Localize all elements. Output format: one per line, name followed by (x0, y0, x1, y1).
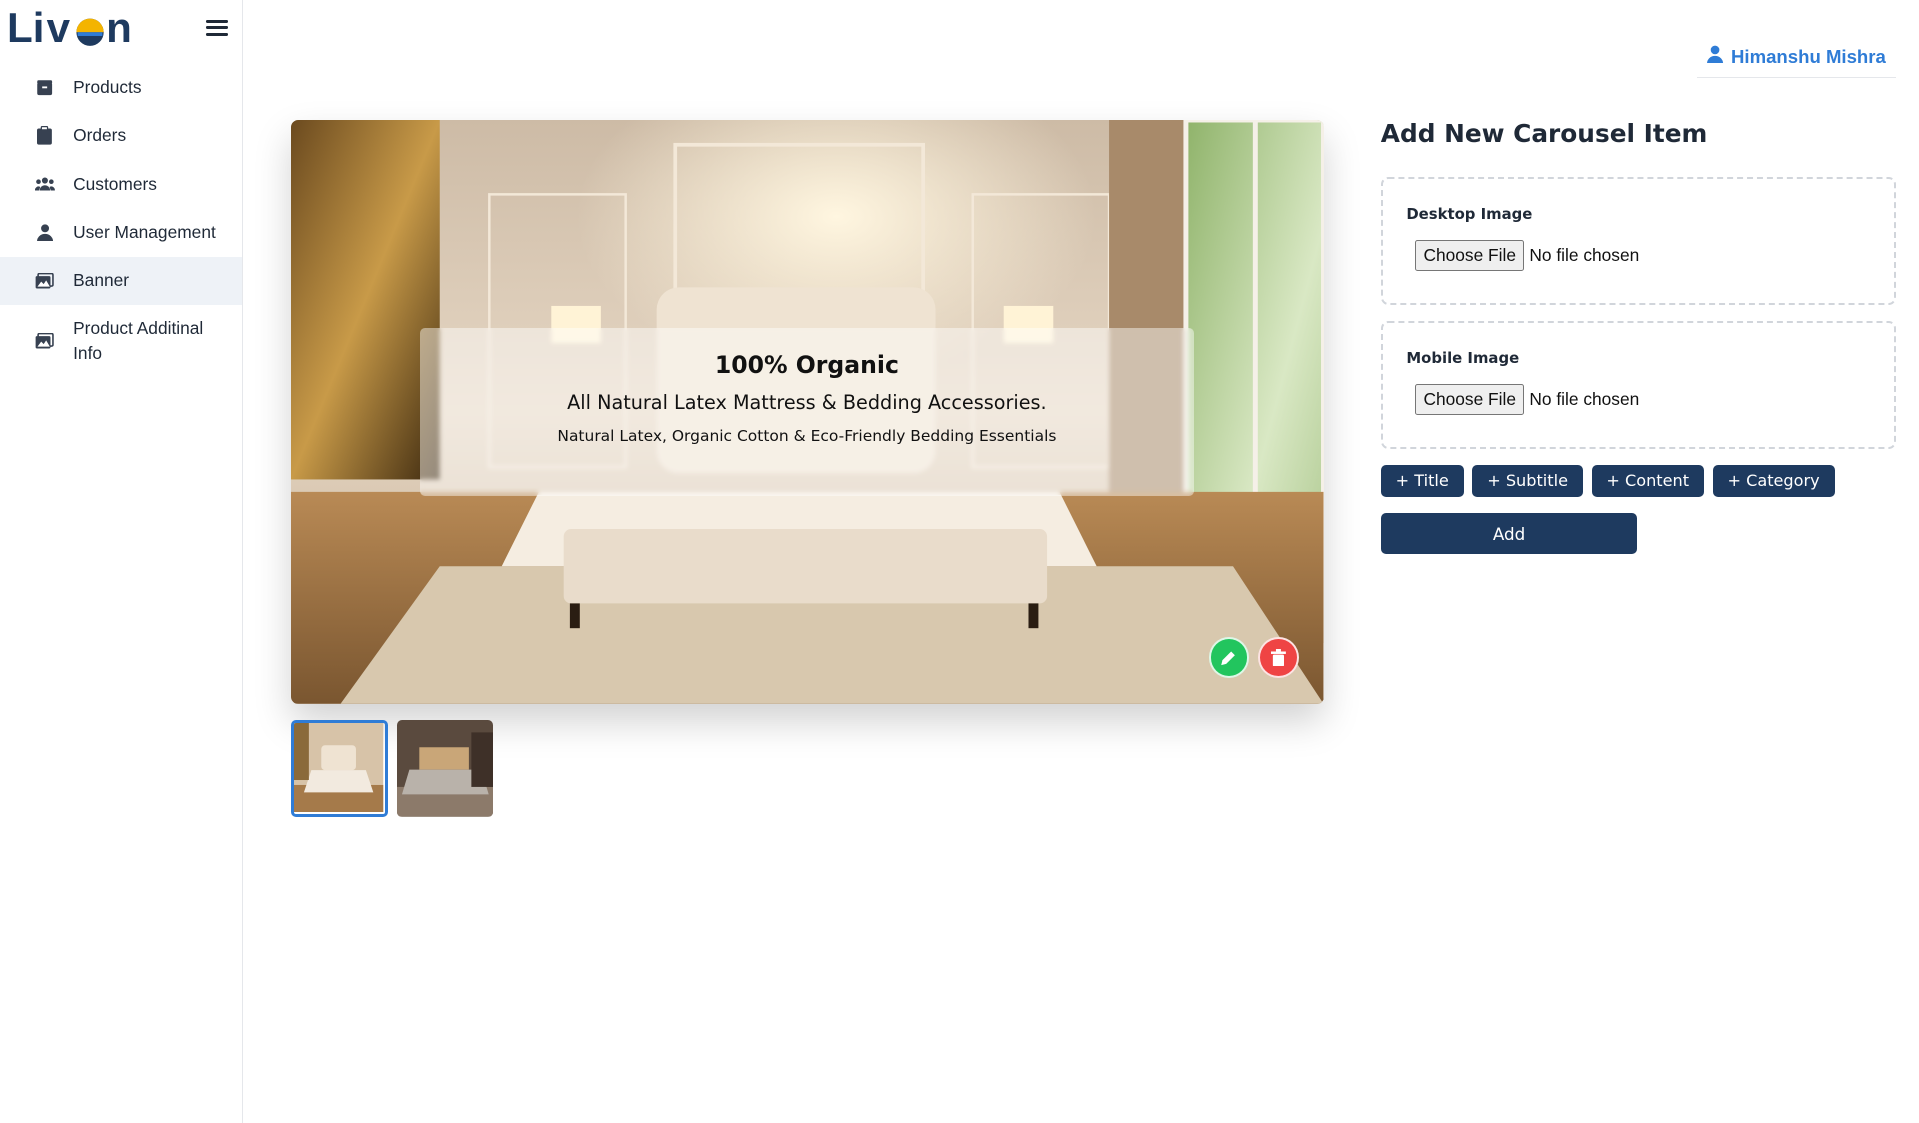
file-status-text: No file chosen (1529, 244, 1640, 265)
user-icon (35, 222, 55, 242)
brand-logo[interactable]: Li v n (7, 5, 163, 50)
banner-title: 100% Organic (714, 350, 899, 379)
pencil-icon (1221, 651, 1236, 665)
clipboard-icon (35, 126, 55, 146)
desktop-file-input[interactable]: Choose File No file chosen (1415, 239, 1640, 271)
sidebar: Li v n Products Orders Customers User Ma… (0, 0, 243, 1123)
sidebar-item-banner[interactable]: Banner (0, 256, 242, 305)
sidebar-item-products[interactable]: Products (0, 63, 242, 111)
desktop-image-label: Desktop Image (1406, 205, 1533, 224)
delete-button[interactable] (1258, 637, 1299, 678)
sidebar-item-label: Product Additinal Info (73, 317, 204, 363)
svg-text:n: n (107, 5, 133, 50)
thumbnail-image (396, 720, 494, 817)
add-subtitle-button[interactable]: + Subtitle (1472, 464, 1583, 498)
livon-logo-icon: Li v n (7, 5, 133, 50)
image-icon (35, 271, 55, 291)
sidebar-item-user-management[interactable]: User Management (0, 208, 242, 256)
sidebar-item-orders[interactable]: Orders (0, 112, 242, 160)
banner-text-overlay: 100% Organic All Natural Latex Mattress … (420, 328, 1194, 496)
edit-button[interactable] (1208, 637, 1250, 678)
desktop-image-dropzone[interactable]: Desktop Image Choose File No file chosen (1380, 177, 1897, 305)
sidebar-item-label: Banner (73, 270, 130, 291)
field-chips: + Title + Subtitle + Content + Category (1380, 464, 1835, 498)
user-menu[interactable]: Himanshu Mishra (1696, 37, 1897, 79)
thumbnail[interactable] (396, 720, 494, 817)
sidebar-item-label: User Management (73, 221, 216, 242)
images-icon (35, 331, 55, 351)
sidebar-item-product-additional-info[interactable]: Product Additinal Info (0, 305, 242, 377)
sidebar-item-label: Products (73, 76, 142, 97)
trash-icon (1271, 648, 1286, 667)
add-title-button[interactable]: + Title (1380, 464, 1464, 498)
user-name: Himanshu Mishra (1730, 46, 1886, 68)
sidebar-item-label: Orders (73, 125, 127, 146)
thumbnail[interactable] (291, 720, 388, 817)
svg-text:v: v (47, 5, 71, 50)
choose-file-button[interactable]: Choose File (1415, 239, 1525, 271)
box-icon (35, 77, 55, 97)
sidebar-item-label: Customers (73, 173, 157, 194)
add-content-button[interactable]: + Content (1591, 464, 1704, 498)
banner-carousel[interactable]: 100% Organic All Natural Latex Mattress … (291, 120, 1324, 705)
sidebar-item-customers[interactable]: Customers (0, 160, 242, 208)
mobile-image-label: Mobile Image (1406, 349, 1520, 368)
form-title: Add New Carousel Item (1380, 118, 1708, 148)
add-category-button[interactable]: + Category (1712, 464, 1835, 498)
user-icon (1707, 45, 1724, 70)
svg-text:Li: Li (7, 5, 44, 50)
choose-file-button[interactable]: Choose File (1415, 383, 1525, 415)
mobile-file-input[interactable]: Choose File No file chosen (1415, 383, 1640, 415)
carousel-thumbnails (291, 720, 494, 817)
sidebar-nav: Products Orders Customers User Managemen… (0, 63, 242, 377)
file-status-text: No file chosen (1529, 388, 1640, 409)
mobile-image-dropzone[interactable]: Mobile Image Choose File No file chosen (1380, 321, 1897, 449)
users-icon (34, 174, 55, 194)
menu-toggle-icon[interactable] (205, 16, 229, 38)
banner-subtitle: All Natural Latex Mattress & Bedding Acc… (567, 391, 1047, 415)
thumbnail-image (294, 723, 384, 813)
banner-content: Natural Latex, Organic Cotton & Eco-Frie… (557, 426, 1057, 445)
add-button[interactable]: Add (1380, 513, 1638, 555)
